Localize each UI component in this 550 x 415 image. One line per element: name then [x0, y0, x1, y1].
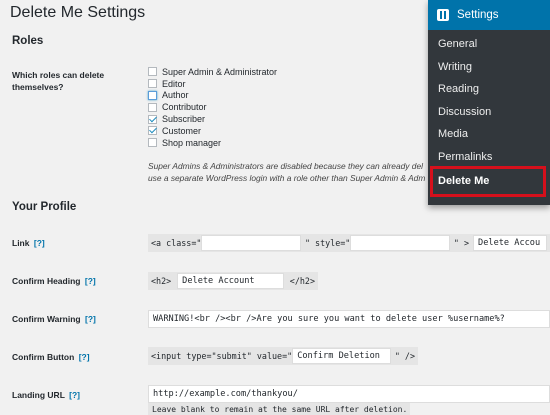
landing-url-label: Landing URL [?] — [12, 389, 80, 401]
help-link[interactable]: [?] — [79, 352, 90, 362]
role-label: Subscriber — [162, 114, 206, 125]
role-item[interactable]: Super Admin & Administrator — [148, 66, 277, 78]
role-label: Contributor — [162, 102, 207, 113]
code-h2-open: <h2> — [151, 276, 172, 286]
confirm-heading-input[interactable]: Delete Account — [177, 273, 284, 289]
role-label: Super Admin & Administrator — [162, 66, 278, 77]
landing-url-input[interactable]: http://example.com/thankyou/ — [148, 385, 550, 403]
roles-note-line: Super Admins & Administrators are disabl… — [148, 161, 423, 171]
help-link[interactable]: [?] — [69, 390, 80, 400]
role-checkbox[interactable] — [148, 90, 157, 100]
landing-url-label-text: Landing URL — [12, 390, 65, 400]
menu-item-general[interactable]: General — [438, 38, 477, 50]
code-style: " style=" — [304, 238, 351, 248]
confirm-button-label-text: Confirm Button — [12, 352, 75, 362]
confirm-warning-label-text: Confirm Warning — [12, 314, 81, 324]
link-class-input[interactable] — [201, 235, 301, 251]
confirm-button-input[interactable]: Confirm Deletion — [292, 348, 391, 364]
role-checkbox[interactable] — [148, 114, 157, 124]
menu-item-media[interactable]: Media — [438, 128, 468, 140]
confirm-warning-label: Confirm Warning [?] — [12, 313, 96, 325]
settings-menu-title: Settings — [457, 9, 499, 21]
link-label: Link [?] — [12, 237, 45, 249]
role-checkbox[interactable] — [148, 138, 157, 148]
menu-item-reading[interactable]: Reading — [438, 83, 479, 95]
menu-item-writing[interactable]: Writing — [438, 61, 472, 73]
role-checkbox[interactable] — [148, 79, 157, 89]
menu-item-permalinks[interactable]: Permalinks — [438, 151, 492, 163]
confirm-heading-code-box: <h2> Delete Account </h2> — [148, 272, 318, 290]
code-a-open: <a class=" — [151, 238, 202, 248]
delete-me-highlight — [430, 166, 546, 197]
role-label: Author — [162, 90, 189, 101]
role-checkbox[interactable] — [148, 67, 157, 77]
help-link[interactable]: [?] — [85, 314, 96, 324]
code-close: " > — [453, 238, 470, 248]
role-item[interactable]: Customer — [148, 125, 277, 137]
role-checkbox[interactable] — [148, 102, 157, 112]
help-link[interactable]: [?] — [85, 276, 96, 286]
confirm-button-label: Confirm Button [?] — [12, 351, 90, 363]
role-item[interactable]: Contributor — [148, 101, 277, 113]
roles-heading: Roles — [12, 35, 44, 47]
confirm-heading-label: Confirm Heading [?] — [12, 275, 96, 287]
code-input-open: <input type="submit" value=" — [151, 351, 293, 361]
roles-checklist: Super Admin & Administrator Editor Autho… — [148, 66, 277, 149]
link-code-box: <a class=" " style=" " > Delete Accou — [148, 234, 550, 252]
confirm-button-code-box: <input type="submit" value=" Confirm Del… — [148, 347, 418, 365]
help-link[interactable]: [?] — [34, 238, 45, 248]
profile-heading: Your Profile — [12, 201, 77, 213]
role-item[interactable]: Editor — [148, 78, 277, 90]
link-text-input[interactable]: Delete Accou — [473, 235, 547, 251]
roles-label: Which roles can delete themselves? — [12, 69, 132, 93]
menu-item-discussion[interactable]: Discussion — [438, 106, 491, 118]
landing-url-description: Leave blank to remain at the same URL af… — [148, 403, 410, 415]
settings-menu-header[interactable]: Settings — [428, 0, 550, 30]
role-checkbox[interactable] — [148, 126, 157, 136]
link-style-input[interactable] — [350, 235, 450, 251]
link-label-text: Link — [12, 238, 30, 248]
confirm-heading-label-text: Confirm Heading — [12, 276, 81, 286]
code-input-close: " /> — [394, 351, 415, 361]
roles-note: Super Admins & Administrators are disabl… — [148, 160, 425, 184]
role-item[interactable]: Shop manager — [148, 137, 277, 149]
code-h2-close: </h2> — [289, 276, 315, 286]
role-label: Shop manager — [162, 137, 222, 148]
role-label: Customer — [162, 125, 202, 136]
roles-note-line: use a separate WordPress login with a ro… — [148, 173, 426, 183]
page-title: Delete Me Settings — [10, 4, 146, 21]
settings-icon — [437, 9, 449, 21]
role-item[interactable]: Subscriber — [148, 113, 277, 125]
confirm-warning-input[interactable]: WARNING!<br /><br />Are you sure you wan… — [148, 310, 550, 328]
roles-label-text: Which roles can delete themselves? — [12, 70, 105, 92]
role-label: Editor — [162, 78, 186, 89]
role-item[interactable]: Author — [148, 90, 277, 102]
